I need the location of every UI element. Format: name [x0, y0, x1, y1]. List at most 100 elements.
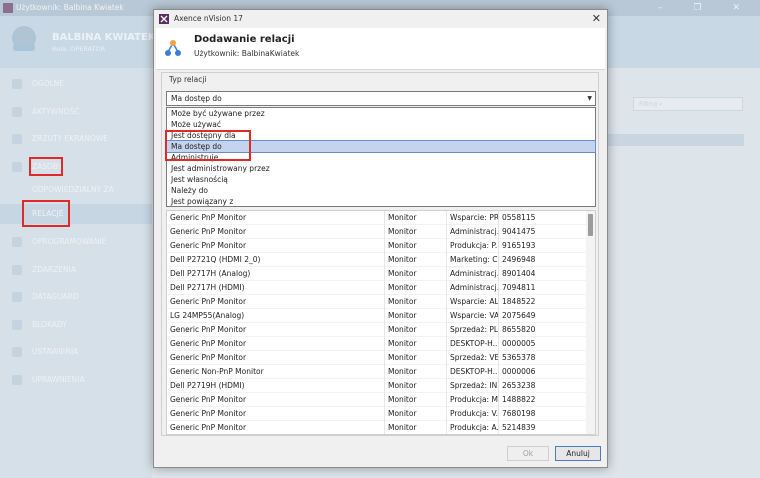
table-cell: 9165193 [502, 241, 536, 250]
app-logo-icon [159, 14, 169, 24]
dropdown-option[interactable]: Jest administrowany przez [167, 163, 595, 174]
table-cell: 2653238 [502, 381, 536, 390]
table-cell: 9041475 [502, 227, 536, 236]
sidebar-item-uprawnienia[interactable]: UPRAWNIENIA [0, 370, 152, 390]
table-cell: LG 24MP55(Analog) [167, 309, 385, 323]
table-row[interactable]: Generic PnP MonitorMonitorProdukcja: M..… [167, 393, 587, 407]
relation-type-group: Typ relacji Ma dostęp do ▼ Może być używ… [161, 72, 599, 436]
highlight-box-option [165, 130, 251, 161]
software-icon [12, 237, 22, 247]
table-row[interactable]: Generic PnP MonitorMonitorSprzedaż: VE..… [167, 351, 587, 365]
table-cell: Monitor [385, 365, 447, 379]
table-cell: Generic PnP Monitor [167, 323, 385, 337]
table-cell: Dell P2717H (HDMI) [167, 281, 385, 295]
dialog-window-title: Axence nVision 17 [174, 14, 243, 23]
table-cell: 8901404 [502, 269, 536, 278]
relation-type-value: Ma dostęp do [171, 94, 222, 103]
sidebar-item-oprogramowanie[interactable]: OPROGRAMOWANIE [0, 232, 152, 252]
relation-icon [165, 40, 181, 56]
dialog-title: Dodawanie relacji [194, 34, 295, 45]
table-row[interactable]: Generic PnP MonitorMonitorWsparcie: PR..… [167, 211, 587, 225]
table-row[interactable]: LG 24MP55(Analog)MonitorWsparcie: VA...2… [167, 309, 587, 323]
user-name: BALBINA KWIATEK [52, 32, 156, 43]
avatar-badge [13, 44, 35, 51]
table-cell: Monitor [385, 379, 447, 393]
table-cell: Monitor [385, 351, 447, 365]
table-cell: 2075649 [502, 311, 536, 320]
cancel-button[interactable]: Anuluj [555, 446, 601, 461]
table-cell: 0558115 [502, 213, 536, 222]
sidebar-subitem-odpowiedzialny[interactable]: ODPOWIEDZIALNY ZA [0, 180, 152, 200]
dialog-subtitle: Użytkownik: BalbinaKwiatek [194, 49, 300, 58]
resources-icon [12, 162, 22, 172]
sidebar-item-blokady[interactable]: BLOKADY [0, 315, 152, 335]
table-cell: Generic PnP Monitor [167, 211, 385, 225]
dropdown-option[interactable]: Jest własnością [167, 174, 595, 185]
table-row[interactable]: Generic PnP Monitor Monitor Produkcja: A..… [167, 421, 587, 434]
filter-input[interactable]: Filtruj ⌕ [633, 97, 743, 111]
table-row[interactable]: Dell P2721Q (HDMI 2_0) Monitor Marketing: … [167, 253, 587, 267]
highlight-box-zasoby [29, 157, 63, 176]
ok-button[interactable]: Ok [507, 446, 549, 461]
table-row[interactable]: Dell P2717H (HDMI) Monitor Administracj...… [167, 281, 587, 295]
table-cell: 2496948 [502, 255, 536, 264]
highlight-box-relacje [22, 200, 70, 227]
user-role: Rola: OPERATOR [52, 45, 106, 53]
table-cell: Monitor [385, 253, 447, 267]
table-cell: Monitor [385, 211, 447, 225]
table-cell: Dell P2719H (HDMI) [167, 379, 385, 393]
table-cell: Produkcja: V... [447, 407, 499, 421]
table-cell: Produkcja: A... [447, 421, 499, 434]
dropdown-option[interactable]: Jest powiązany z [167, 196, 595, 207]
activity-icon [12, 107, 22, 117]
table-cell: Administracj... [447, 225, 499, 239]
list-scrollbar[interactable] [586, 211, 595, 434]
table-cell: Marketing: C... [447, 253, 499, 267]
dropdown-option[interactable]: Należy do [167, 185, 595, 196]
resource-list: Generic PnP Monitor Monitor Produkcja: A..… [166, 210, 596, 435]
table-row[interactable]: Dell P2717H (Analog) Monitor Administracj.… [167, 267, 587, 281]
table-cell: Generic Non-PnP Monitor [167, 365, 385, 379]
sidebar-item-ogolne[interactable]: OGÓLNE [0, 74, 152, 94]
dropdown-option[interactable]: Może używać [167, 119, 595, 130]
background-selected-row [600, 134, 744, 146]
table-cell: 5214839 [502, 423, 536, 432]
lock-icon [12, 320, 22, 330]
table-cell: Sprzedaż: VE... [447, 351, 499, 365]
table-row[interactable]: Generic PnP Monitor Monitor Produkcja: V..… [167, 407, 587, 421]
sidebar-item-aktywnosc[interactable]: AKTYWNOŚĆ [0, 102, 152, 122]
close-icon[interactable]: ✕ [592, 12, 601, 25]
sidebar-item-zdarzenia[interactable]: ZDARZENIA [0, 260, 152, 280]
table-cell: Administracj... [447, 281, 499, 295]
table-cell: DESKTOP-H... [447, 365, 499, 379]
table-row[interactable]: Generic PnP Monitor Monitor Produkcja: P..… [167, 239, 587, 253]
table-cell: Sprzedaż: IN... [447, 379, 499, 393]
table-cell: 7094811 [502, 283, 536, 292]
table-cell: Generic PnP Monitor [167, 407, 385, 421]
relation-type-label: Typ relacji [169, 75, 207, 84]
user-icon [12, 79, 22, 89]
sidebar-item-ustawienia[interactable]: USTAWIENIA [0, 342, 152, 362]
table-row[interactable]: Generic PnP Monitor Monitor Administracj..… [167, 225, 587, 239]
sidebar-item-zrzuty[interactable]: ZRZUTY EKRANOWE [0, 129, 152, 149]
table-cell: 7680198 [502, 409, 536, 418]
dropdown-option[interactable]: Może być używane przez [167, 108, 595, 119]
table-row[interactable]: Dell P2719H (HDMI) Monitor Sprzedaż: IN...… [167, 379, 587, 393]
table-row[interactable]: Generic Non-PnP Monitor Monitor DESKTOP-H.… [167, 365, 587, 379]
table-cell: Dell P2721Q (HDMI 2_0) [167, 253, 385, 267]
table-cell: 0000005 [502, 339, 536, 348]
relation-type-select[interactable]: Ma dostęp do ▼ [166, 91, 596, 106]
table-row[interactable]: Generic PnP Monitor Monitor DESKTOP-H... 00… [167, 337, 587, 351]
scrollbar-thumb[interactable] [588, 214, 593, 236]
table-cell: Produkcja: M... [447, 393, 499, 407]
table-cell: Monitor [385, 309, 447, 323]
sidebar-item-dataguard[interactable]: DATAGUARD [0, 287, 152, 307]
table-cell: Monitor [385, 295, 447, 309]
table-row[interactable]: Generic PnP MonitorMonitorSprzedaż: PL..… [167, 323, 587, 337]
sidebar-item-zasoby[interactable]: ZASOBY [0, 157, 152, 177]
table-row[interactable]: Generic PnP MonitorMonitorWsparcie: AL..… [167, 295, 587, 309]
table-cell: 1488822 [502, 395, 536, 404]
table-cell: Wsparcie: AL... [447, 295, 499, 309]
dataguard-icon [12, 292, 22, 302]
table-cell: Generic PnP Monitor [167, 393, 385, 407]
